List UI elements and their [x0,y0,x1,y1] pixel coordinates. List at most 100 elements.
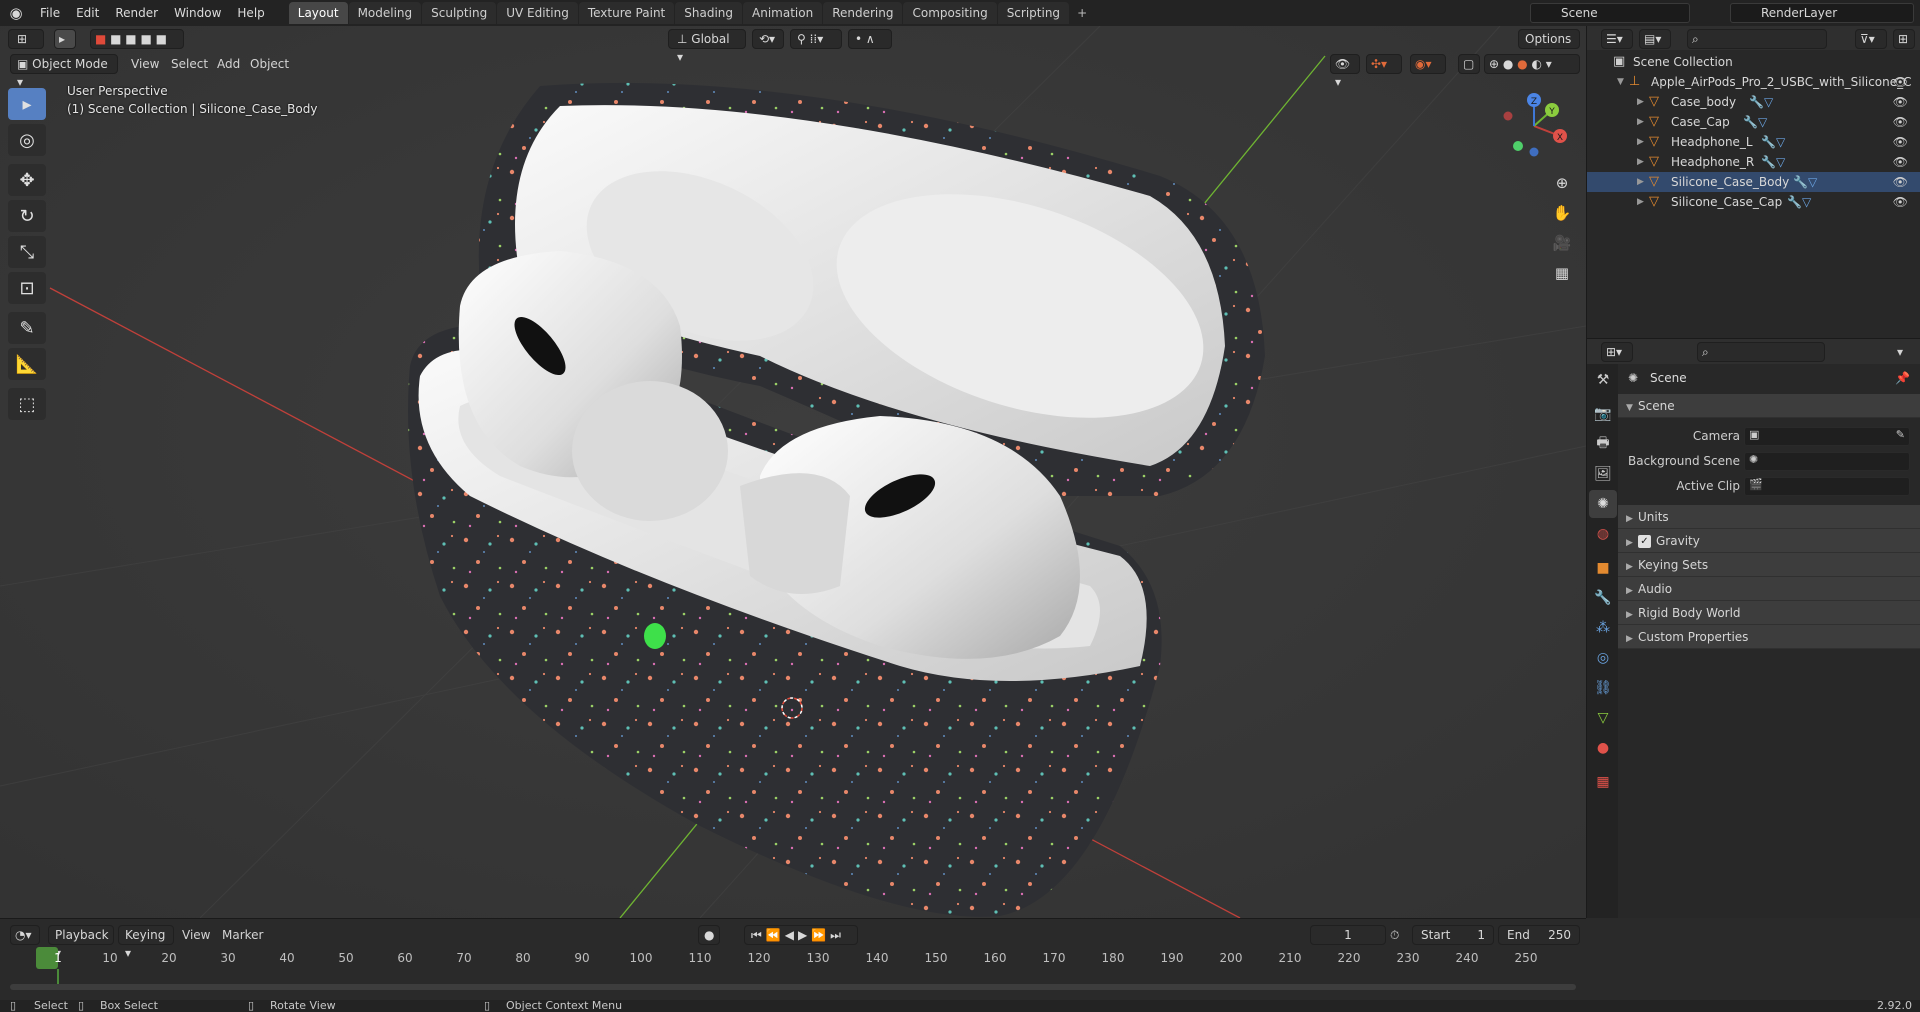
expand-arrow-icon[interactable]: ▶ [1637,152,1644,172]
timeline-menu-marker[interactable]: Marker [222,925,263,945]
eye-icon[interactable]: 👁 [1893,72,1908,92]
expand-arrow-icon[interactable]: ▶ [1637,172,1644,192]
panel-audio[interactable]: ▶ Audio [1618,577,1920,601]
eye-icon[interactable]: 👁 [1893,152,1908,172]
eye-icon[interactable]: 👁 [1893,112,1908,132]
eye-icon[interactable]: 👁 [1893,172,1908,192]
tab-rendering[interactable]: Rendering [823,2,903,24]
select-tool-button[interactable]: ▸ [54,29,76,49]
options-button[interactable]: Options ▾ [1518,29,1580,64]
outliner-editor-type[interactable]: ☰▾ [1601,29,1633,49]
pin-icon[interactable]: 📌 [1895,371,1910,385]
outliner-item-selected[interactable]: ▶ ▽ Silicone_Case_Body 🔧▽ 👁 [1587,172,1920,192]
add-cube-tool-icon[interactable]: ⬚ [8,388,46,420]
scene-selector[interactable]: Scene [1530,3,1690,23]
xray-toggle-icon[interactable]: ▢ [1458,54,1480,74]
menu-object[interactable]: Object [250,54,289,74]
rotate-tool-icon[interactable]: ↻ [8,200,46,232]
filter-icon[interactable]: ⊽▾ [1855,29,1887,49]
eye-icon[interactable]: 👁 [1893,192,1908,212]
eye-icon[interactable]: 👁 [1893,92,1908,112]
keying-menu[interactable]: Keying ▾ [118,925,174,960]
outliner-item[interactable]: ▶ ▽ Case_Cap 🔧▽ 👁 [1587,112,1920,132]
editor-type-button[interactable]: ⊞ [8,29,44,49]
tab-modeling[interactable]: Modeling [348,2,422,24]
measure-tool-icon[interactable]: 📐 [8,348,46,380]
menu-help[interactable]: Help [229,0,272,26]
record-button[interactable]: ● [698,925,720,945]
properties-search-input[interactable]: ⌕ [1697,342,1825,362]
tool-tab-icon[interactable]: ⚒ [1589,366,1617,394]
playback-controls[interactable]: ⏮⏪◀▶⏩⏭ [744,925,858,945]
menu-edit[interactable]: Edit [68,0,107,26]
physics-tab-icon[interactable]: ◎ [1589,644,1617,672]
camera-field[interactable]: ▣ ✎ [1744,427,1910,446]
snap-button[interactable]: ⚲ ⁞⁞▾ [790,29,842,49]
cursor-tool-icon[interactable]: ◎ [8,124,46,156]
shading-mode-buttons[interactable]: ⊕ ● ● ◐ ▾ [1484,54,1580,74]
tab-animation[interactable]: Animation [743,2,823,24]
section-scene[interactable]: ▼ Scene [1618,394,1920,418]
select-box-tool-icon[interactable]: ▸ [8,88,46,120]
perspective-grid-icon[interactable]: ▦ [1549,260,1575,286]
outliner-item[interactable]: ▶ ▽ Headphone_L 🔧▽ 👁 [1587,132,1920,152]
timeline-ruler[interactable]: 1 10 20 30 40 50 60 70 80 90 100 110 120… [0,947,1586,989]
object-tab-icon[interactable]: ■ [1589,554,1617,582]
move-tool-icon[interactable]: ✥ [8,164,46,196]
tab-scripting[interactable]: Scripting [997,2,1070,24]
eyedropper-icon[interactable]: ✎ [1896,428,1905,441]
panel-rigid-body-world[interactable]: ▶ Rigid Body World [1618,601,1920,625]
outliner-item[interactable]: ▶ ▽ Silicone_Case_Cap 🔧▽ 👁 [1587,192,1920,212]
pivot-point-button[interactable]: ⟲▾ [752,29,784,49]
texture-tab-icon[interactable]: ▦ [1589,768,1617,796]
modifier-tab-icon[interactable]: 🔧 [1589,584,1617,612]
menu-add[interactable]: Add [217,54,240,74]
panel-custom-properties[interactable]: ▶ Custom Properties [1618,625,1920,649]
display-mode-button[interactable]: ▤▾ [1639,29,1671,49]
transform-tool-icon[interactable]: ⊡ [8,272,46,304]
menu-window[interactable]: Window [166,0,229,26]
expand-arrow-icon[interactable]: ▶ [1637,192,1644,212]
outliner-item[interactable]: ▶ ▽ Case_body 🔧▽ 👁 [1587,92,1920,112]
gizmo-toggle-icon[interactable]: ✣▾ [1366,54,1402,74]
constraints-tab-icon[interactable]: ⛓ [1589,674,1617,702]
outliner-scene-collection[interactable]: ▣ Scene Collection [1587,52,1920,72]
output-tab-icon[interactable]: 🖶 [1589,430,1617,458]
select-mode-buttons[interactable]: ■ ■ ■ ■ ■ [90,29,184,49]
panel-keying-sets[interactable]: ▶ Keying Sets [1618,553,1920,577]
tab-sculpting[interactable]: Sculpting [422,2,497,24]
world-tab-icon[interactable]: ◍ [1589,520,1617,548]
timeline-scrollbar[interactable] [10,984,1576,990]
properties-editor-type[interactable]: ⊞▾ [1601,342,1633,362]
active-clip-field[interactable]: 🎬 [1744,477,1910,496]
timeline-menu-view[interactable]: View [182,925,210,945]
start-frame-field[interactable]: Start 1 [1412,925,1494,945]
annotate-tool-icon[interactable]: ✎ [8,312,46,344]
transform-orientation[interactable]: ⊥ Global ▾ [668,29,746,64]
panel-gravity[interactable]: ▶ ✓ Gravity [1618,529,1920,553]
menu-file[interactable]: File [32,0,68,26]
menu-select[interactable]: Select [171,54,208,74]
collapse-icon[interactable]: ▾ [1897,342,1903,362]
view-layer-tab-icon[interactable]: 🖼 [1589,460,1617,488]
navigation-gizmo[interactable]: X Y Z [1498,90,1570,162]
expand-arrow-icon[interactable]: ▶ [1637,112,1644,132]
new-collection-icon[interactable]: ⊞ [1893,29,1915,49]
outliner-search-input[interactable]: ⌕ [1687,29,1827,49]
tab-compositing[interactable]: Compositing [903,2,997,24]
pan-hand-icon[interactable]: ✋ [1549,200,1575,226]
camera-view-icon[interactable]: 🎥 [1549,230,1575,256]
visibility-icon[interactable]: 👁▾ [1330,54,1360,89]
render-tab-icon[interactable]: 📷 [1589,400,1617,428]
data-tab-icon[interactable]: ▽ [1589,704,1617,732]
expand-arrow-icon[interactable]: ▶ [1637,132,1644,152]
tab-uv-editing[interactable]: UV Editing [497,2,578,24]
panel-units[interactable]: ▶ Units [1618,505,1920,529]
zoom-icon[interactable]: ⊕ [1549,170,1575,196]
menu-render[interactable]: Render [107,0,166,26]
eye-icon[interactable]: 👁 [1893,132,1908,152]
tab-layout[interactable]: Layout [288,2,348,24]
mode-dropdown[interactable]: ▣ Object Mode ▾ [10,54,118,89]
proportional-editing-button[interactable]: • ∧ [848,29,892,49]
outliner-item[interactable]: ▶ ▽ Headphone_R 🔧▽ 👁 [1587,152,1920,172]
